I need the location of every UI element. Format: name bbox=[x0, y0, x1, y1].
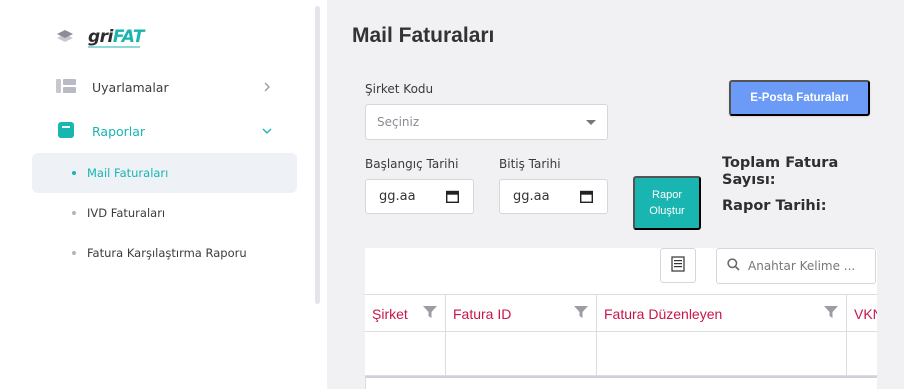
create-report-button[interactable]: Rapor Oluştur bbox=[633, 176, 701, 230]
logo-underline bbox=[88, 46, 140, 48]
chevron-down-icon[interactable] bbox=[262, 126, 272, 136]
search-icon bbox=[727, 258, 740, 274]
sidebar-item-raporlar[interactable]: Raporlar bbox=[56, 119, 145, 143]
column-header-vkn[interactable]: VKN bbox=[847, 295, 877, 331]
total-invoice-label-line2: Sayısı: bbox=[722, 172, 776, 188]
table-cell bbox=[847, 332, 877, 375]
excel-icon bbox=[671, 255, 685, 276]
calendar-icon[interactable] bbox=[445, 190, 460, 207]
column-header-fatura-duzenleyen[interactable]: Fatura Düzenleyen bbox=[597, 295, 847, 331]
sidebar: griFAT Uyarlamalar Raporlar Mail Fatural… bbox=[0, 0, 327, 389]
column-header-sirket[interactable]: Şirket bbox=[365, 295, 446, 331]
end-date-value: gg.aa bbox=[513, 189, 550, 204]
company-code-label: Şirket Kodu bbox=[365, 82, 434, 96]
report-icon bbox=[56, 121, 76, 142]
sidebar-subitem-label: Fatura Karşılaştırma Raporu bbox=[87, 246, 247, 260]
column-header-label: Fatura Düzenleyen bbox=[604, 306, 723, 322]
table-row[interactable] bbox=[365, 332, 877, 376]
filter-icon[interactable] bbox=[824, 305, 838, 322]
logo-text-part1: gri bbox=[88, 27, 113, 47]
total-invoice-count-label: Toplam Fatura Sayısı: bbox=[722, 155, 838, 189]
app-root: griFAT Uyarlamalar Raporlar Mail Fatural… bbox=[0, 0, 904, 389]
company-code-placeholder: Seçiniz bbox=[377, 115, 420, 129]
filter-icon[interactable] bbox=[574, 305, 588, 322]
start-date-label: Başlangıç Tarihi bbox=[365, 157, 459, 171]
excel-export-button[interactable] bbox=[660, 248, 696, 283]
end-date-label: Bitiş Tarihi bbox=[499, 157, 561, 171]
logo-diamond-icon bbox=[56, 28, 74, 46]
sidebar-subitem-fatura-karsilastirma[interactable]: Fatura Karşılaştırma Raporu bbox=[32, 233, 297, 273]
table-cell bbox=[365, 332, 446, 375]
calendar-icon[interactable] bbox=[579, 190, 594, 207]
app-logo[interactable]: griFAT bbox=[56, 27, 144, 48]
sidebar-scrollbar[interactable] bbox=[315, 6, 320, 304]
create-report-label-1: Rapor bbox=[652, 189, 682, 201]
table-cell bbox=[597, 332, 847, 375]
logo-text-part2: FAT bbox=[112, 27, 145, 47]
report-date-label: Rapor Tarihi: bbox=[722, 198, 827, 214]
search-placeholder: Anahtar Kelime ... bbox=[748, 259, 856, 273]
column-header-fatura-id[interactable]: Fatura ID bbox=[446, 295, 597, 331]
create-report-label-2: Oluştur bbox=[649, 205, 685, 217]
start-date-input[interactable]: gg.aa bbox=[365, 179, 474, 214]
sidebar-item-label: Raporlar bbox=[92, 123, 146, 139]
sidebar-subitem-label: Mail Faturaları bbox=[87, 166, 169, 180]
logo-text: griFAT bbox=[88, 27, 144, 47]
page-title: Mail Faturaları bbox=[352, 24, 495, 47]
sidebar-subitem-mail-faturalari[interactable]: Mail Faturaları bbox=[32, 153, 297, 193]
table-cell bbox=[446, 332, 597, 375]
sidebar-subitem-label: IVD Faturaları bbox=[87, 206, 166, 220]
grid-search-input[interactable]: Anahtar Kelime ... bbox=[716, 248, 876, 284]
column-header-label: VKN bbox=[854, 306, 877, 322]
end-date-input[interactable]: gg.aa bbox=[499, 179, 608, 214]
grid-scroll-area[interactable] bbox=[365, 376, 877, 389]
bullet-icon bbox=[72, 251, 76, 255]
column-header-label: Şirket bbox=[372, 306, 408, 322]
total-invoice-label-line1: Toplam Fatura bbox=[722, 155, 839, 171]
chevron-right-icon[interactable] bbox=[262, 82, 272, 92]
filter-icon[interactable] bbox=[423, 305, 437, 322]
sidebar-subitem-ivd-faturalari[interactable]: IVD Faturaları bbox=[32, 193, 297, 233]
company-code-select[interactable]: Seçiniz bbox=[365, 104, 608, 140]
sidebar-item-label: Uyarlamalar bbox=[92, 79, 169, 95]
email-invoices-button[interactable]: E-Posta Faturaları bbox=[729, 80, 870, 116]
bullet-icon bbox=[72, 211, 76, 215]
column-header-label: Fatura ID bbox=[453, 306, 512, 322]
list-icon bbox=[56, 78, 76, 97]
bullet-icon bbox=[72, 171, 76, 175]
start-date-value: gg.aa bbox=[379, 189, 416, 204]
sidebar-item-uyarlamalar[interactable]: Uyarlamalar bbox=[56, 75, 169, 99]
grid-header-row: Şirket Fatura ID Fatura Düzenleyen VKN bbox=[365, 294, 877, 332]
caret-down-icon bbox=[586, 120, 596, 125]
